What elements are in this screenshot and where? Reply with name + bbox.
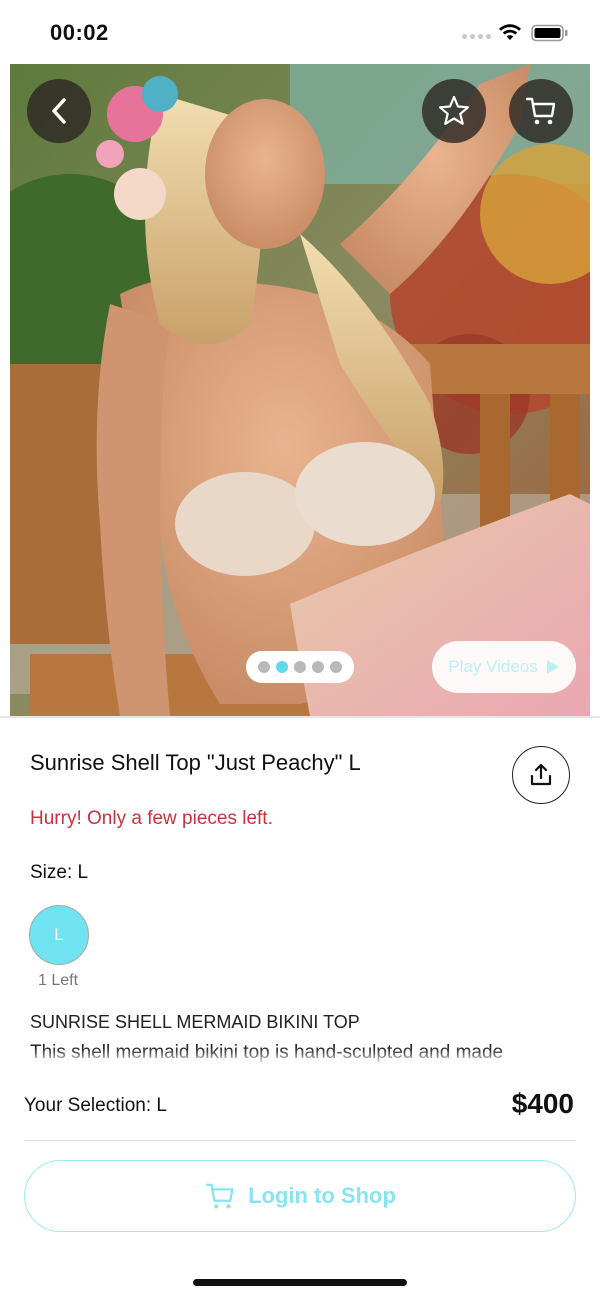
play-icon xyxy=(546,660,559,674)
login-to-shop-label: Login to Shop xyxy=(248,1183,396,1208)
star-icon xyxy=(438,95,470,125)
cellular-signal-icon xyxy=(462,34,491,39)
description-text: This shell mermaid bikini top is hand-sc… xyxy=(30,1042,504,1063)
home-indicator[interactable] xyxy=(193,1279,407,1286)
pager-dot[interactable] xyxy=(276,661,288,673)
low-stock-message: Hurry! Only a few pieces left. xyxy=(30,808,273,829)
share-icon xyxy=(530,763,552,786)
favorite-button[interactable] xyxy=(422,79,486,143)
login-to-shop-button[interactable]: Login to Shop xyxy=(24,1160,576,1232)
description-title: SUNRISE SHELL MERMAID BIKINI TOP xyxy=(30,1012,360,1032)
status-bar: 00:02 xyxy=(0,0,600,64)
price: $400 xyxy=(511,1088,574,1119)
chevron-left-icon xyxy=(52,98,66,124)
product-image-carousel[interactable]: Play Videos xyxy=(10,64,590,716)
size-option-l[interactable]: L xyxy=(29,905,89,965)
wifi-icon xyxy=(499,24,521,40)
purchase-bar: Your Selection: L $400 Login to Shop xyxy=(0,1062,600,1299)
pager-dot[interactable] xyxy=(258,661,270,673)
share-button[interactable] xyxy=(512,746,570,804)
size-label: Size: L xyxy=(30,862,89,883)
status-time: 00:02 xyxy=(50,20,109,45)
size-stock-count: 1 Left xyxy=(38,972,79,989)
battery-icon xyxy=(531,24,568,42)
product-title: Sunrise Shell Top "Just Peachy" L xyxy=(30,750,361,775)
cart-icon xyxy=(525,97,556,125)
image-pager[interactable] xyxy=(246,651,354,683)
selected-size: Your Selection: L xyxy=(24,1095,167,1116)
pager-dot[interactable] xyxy=(294,661,306,673)
cart-button[interactable] xyxy=(509,79,573,143)
pager-dot[interactable] xyxy=(312,661,324,673)
back-button[interactable] xyxy=(27,79,91,143)
sheet-divider xyxy=(24,1140,576,1141)
play-videos-label: Play Videos xyxy=(448,657,538,676)
section-divider xyxy=(0,716,600,718)
product-photo xyxy=(10,64,590,716)
cart-icon xyxy=(205,1183,234,1209)
play-videos-button[interactable]: Play Videos xyxy=(432,641,576,693)
pager-dot[interactable] xyxy=(330,661,342,673)
